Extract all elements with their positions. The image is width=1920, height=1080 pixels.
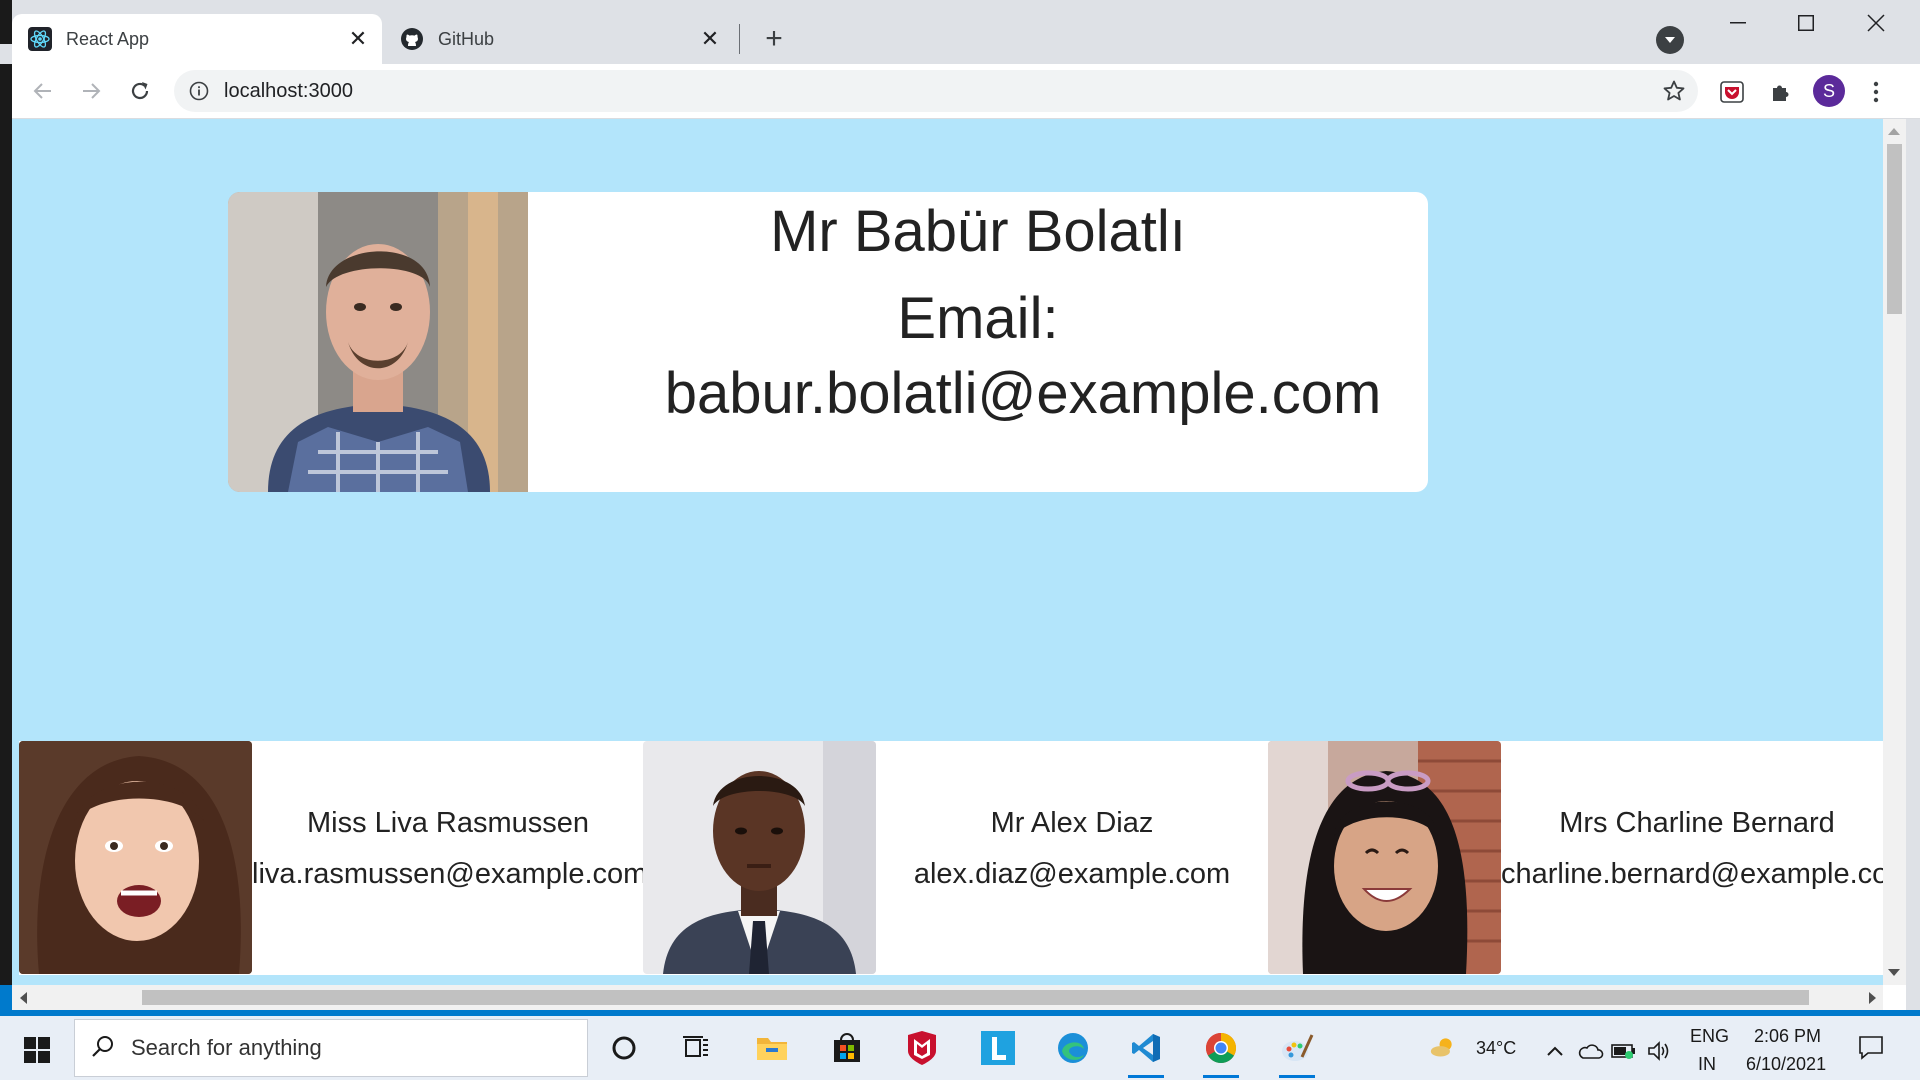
browser-toolbar: localhost:3000 S (0, 64, 1920, 119)
close-window-icon[interactable] (1846, 6, 1906, 40)
onedrive-icon[interactable] (1578, 1038, 1604, 1064)
clock-date[interactable]: 6/10/2021 (1746, 1054, 1826, 1075)
user-email: charline.bernard@example.com (1501, 858, 1883, 890)
scroll-left-arrow-icon[interactable] (20, 992, 27, 1004)
file-explorer-icon[interactable] (748, 1024, 796, 1072)
extensions-puzzle-icon[interactable] (1763, 74, 1799, 110)
window-frame-left (0, 0, 12, 1010)
github-icon (400, 27, 424, 51)
user-card[interactable]: Mr Alex Diaz alex.diaz@example.com (643, 741, 1268, 975)
task-view-icon[interactable] (672, 1024, 720, 1072)
region-code[interactable]: IN (1698, 1054, 1716, 1075)
scroll-down-arrow-icon[interactable] (1888, 969, 1900, 976)
minimize-icon[interactable] (1708, 6, 1768, 40)
cortana-icon[interactable] (600, 1024, 648, 1072)
user-info: Miss Liva Rasmussen liva.rasmussen@examp… (252, 807, 644, 891)
window-frame-left-accent (0, 44, 12, 64)
user-photo (19, 741, 252, 974)
edge-icon[interactable] (1049, 1024, 1097, 1072)
mcafee-icon[interactable] (898, 1024, 946, 1072)
tab-separator (739, 24, 740, 54)
user-email: liva.rasmussen@example.com (252, 858, 644, 890)
tab-close-icon[interactable]: ✕ (344, 25, 372, 53)
page-viewport: Mr Babür Bolatlı Email: babur.bolatli@ex… (12, 119, 1883, 985)
featured-user-email-label: Email: (897, 286, 1059, 351)
tab-github[interactable]: GitHub ✕ (384, 14, 734, 64)
scroll-right-arrow-icon[interactable] (1869, 992, 1876, 1004)
pocket-extension-icon[interactable] (1714, 74, 1750, 110)
search-placeholder: Search for anything (131, 1035, 322, 1060)
react-logo-icon (28, 27, 52, 51)
paint-icon[interactable] (1273, 1024, 1321, 1078)
weather-temp[interactable]: 34°C (1476, 1038, 1516, 1059)
info-icon[interactable] (188, 80, 210, 102)
featured-user-info: Mr Babür Bolatlı Email: babur.bolatli@ex… (528, 192, 1428, 427)
weather-icon[interactable] (1430, 1034, 1456, 1060)
tab-title: React App (66, 28, 150, 49)
forward-icon[interactable] (72, 72, 110, 110)
user-name: Mrs Charline Bernard (1559, 807, 1835, 839)
featured-user-email: babur.bolatli@example.com (664, 361, 1382, 426)
vscode-icon[interactable] (1122, 1024, 1170, 1078)
chevron-up-icon[interactable] (1542, 1038, 1568, 1064)
window-frame-right (1906, 119, 1920, 1010)
featured-user-name: Mr Babür Bolatlı (770, 199, 1186, 264)
bookmark-star-icon[interactable] (1662, 79, 1686, 108)
horizontal-scrollbar[interactable] (12, 985, 1883, 1010)
volume-icon[interactable] (1646, 1038, 1672, 1064)
reload-icon[interactable] (121, 72, 159, 110)
user-card[interactable]: Miss Liva Rasmussen liva.rasmussen@examp… (19, 741, 644, 975)
browser-tabstrip: React App ✕ GitHub ✕ + (0, 0, 1920, 64)
user-email: alex.diaz@example.com (913, 858, 1231, 890)
user-info: Mrs Charline Bernard charline.bernard@ex… (1501, 807, 1883, 891)
chrome-icon[interactable] (1197, 1024, 1245, 1078)
horizontal-scroll-thumb[interactable] (142, 990, 1809, 1005)
profile-avatar[interactable]: S (1813, 75, 1845, 107)
featured-user-photo (228, 192, 528, 492)
user-name: Mr Alex Diaz (990, 807, 1154, 839)
tab-close-icon[interactable]: ✕ (696, 25, 724, 53)
new-tab-icon[interactable]: + (757, 22, 791, 56)
battery-icon[interactable] (1611, 1038, 1637, 1064)
featured-user-card: Mr Babür Bolatlı Email: babur.bolatli@ex… (228, 192, 1428, 492)
clock-time[interactable]: 2:06 PM (1754, 1026, 1821, 1047)
user-name: Miss Liva Rasmussen (306, 807, 590, 839)
l-app-icon[interactable] (974, 1024, 1022, 1072)
user-photo (1268, 741, 1501, 974)
language-code[interactable]: ENG (1690, 1026, 1729, 1047)
user-photo (643, 741, 876, 974)
user-card[interactable]: Mrs Charline Bernard charline.bernard@ex… (1268, 741, 1883, 975)
notifications-icon[interactable] (1858, 1034, 1884, 1060)
windows-taskbar: Search for anything 34°C ENG IN 2:06 PM … (0, 1016, 1920, 1080)
store-icon[interactable] (823, 1024, 871, 1072)
url-text: localhost:3000 (224, 79, 353, 102)
windows-start-icon[interactable] (14, 1030, 60, 1070)
vertical-scroll-thumb[interactable] (1887, 144, 1902, 314)
scroll-up-arrow-icon[interactable] (1888, 128, 1900, 135)
menu-kebab-icon[interactable] (1858, 74, 1894, 110)
back-icon[interactable] (24, 72, 62, 110)
tab-search-icon[interactable] (1656, 26, 1684, 54)
user-list: Miss Liva Rasmussen liva.rasmussen@examp… (19, 741, 1883, 975)
vertical-scrollbar[interactable] (1883, 119, 1906, 985)
tab-title: GitHub (438, 28, 495, 49)
editor-status-strip (0, 985, 12, 1010)
search-icon (91, 1034, 115, 1063)
address-bar[interactable]: localhost:3000 (174, 70, 1698, 112)
maximize-icon[interactable] (1776, 6, 1836, 40)
tab-react-app[interactable]: React App ✕ (12, 14, 382, 64)
taskbar-search-box[interactable]: Search for anything (74, 1019, 588, 1077)
user-info: Mr Alex Diaz alex.diaz@example.com (876, 807, 1268, 891)
